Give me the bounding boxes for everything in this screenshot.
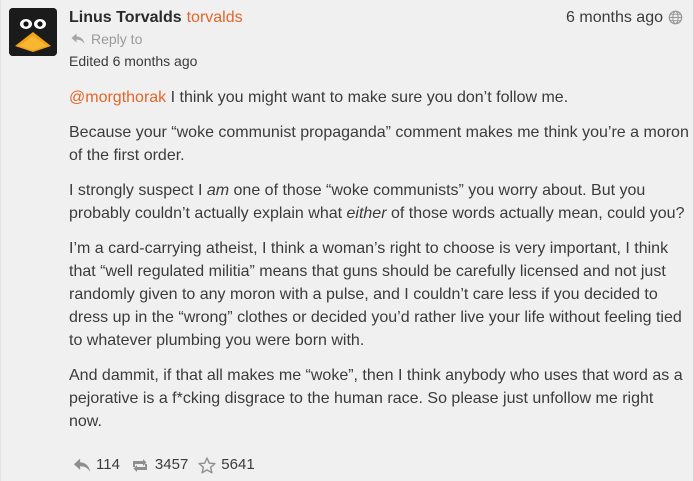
avatar[interactable] [9,8,57,56]
paragraph-3-text-c: of those words actually mean, could you? [386,205,685,222]
reply-icon [73,458,91,472]
paragraph-3-text-a: I strongly suspect I [69,182,207,199]
paragraph-1-text: I think you might want to make sure you … [166,89,569,106]
paragraph-2: Because your “woke communist propaganda”… [69,124,689,164]
username[interactable]: torvalds [187,9,243,26]
boost-count: 3457 [154,456,189,473]
timestamp[interactable]: 6 months ago [566,8,663,28]
edited-label[interactable]: Edited 6 months ago [69,52,197,70]
display-name[interactable]: Linus Torvalds [69,9,182,26]
favourite-count: 5641 [221,456,255,473]
reply-icon [71,33,85,44]
mention-link[interactable]: @morgthorak [69,89,166,106]
reply-to-label: Reply to [91,31,143,47]
boost-icon [132,458,147,472]
favourite-button[interactable]: 5641 [198,456,255,474]
reply-button[interactable]: 114 [73,456,120,474]
status-header: Linus Torvalds torvalds [69,8,243,28]
status-content: @morgthorak I think you might want to ma… [69,86,689,445]
reply-to-link[interactable]: Reply to [71,30,142,48]
star-icon [198,456,216,474]
paragraph-3-emphasis-either: either [346,205,387,222]
paragraph-4: I’m a card-carrying atheist, I think a w… [69,240,682,349]
penguin-avatar-icon [9,8,57,56]
globe-icon [668,10,683,25]
status-card: Linus Torvalds torvalds 6 months ago Repl… [0,0,694,481]
paragraph-3: I strongly suspect I am one of those “wo… [69,179,689,225]
boost-button[interactable]: 3457 [130,456,188,474]
paragraph-3-emphasis-am: am [206,182,230,199]
paragraph-5: And dammit, if that all makes me “woke”,… [69,367,683,430]
action-bar: 114 3457 5641 [73,456,265,474]
paragraph-1: @morgthorak I think you might want to ma… [69,86,689,109]
reply-count: 114 [96,456,120,473]
